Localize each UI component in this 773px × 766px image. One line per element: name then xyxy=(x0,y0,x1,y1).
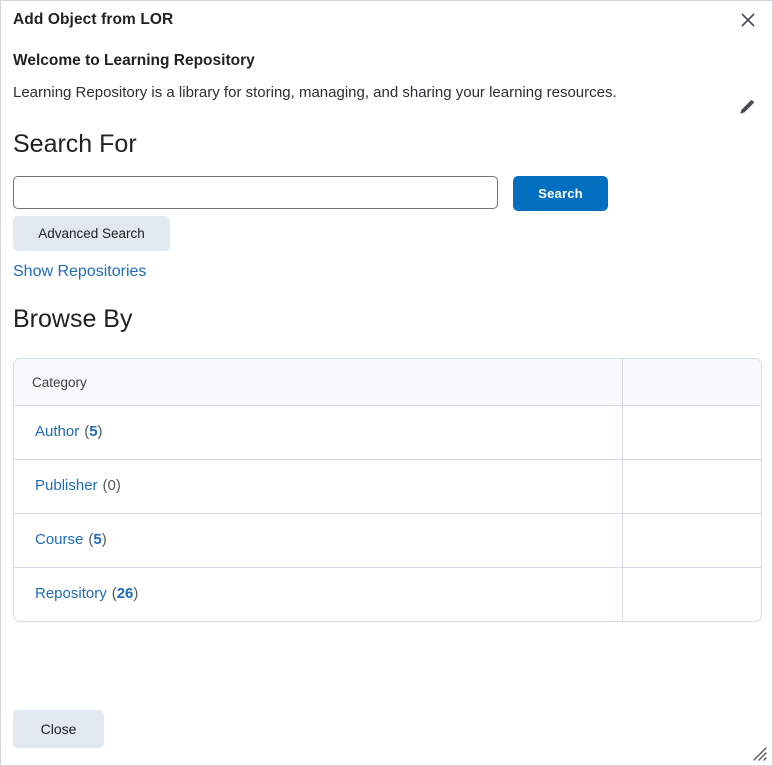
category-count-course: (5) xyxy=(88,531,107,549)
dialog-footer: Close xyxy=(1,691,772,765)
category-count-author: (5) xyxy=(84,423,103,441)
search-for-heading: Search For xyxy=(13,129,137,158)
close-icon[interactable] xyxy=(737,9,759,31)
search-row: Search xyxy=(13,176,760,212)
search-input[interactable] xyxy=(13,176,498,210)
category-cell: Course (5) xyxy=(14,514,622,568)
table-row: Repository (26) xyxy=(14,567,761,621)
welcome-heading: Welcome to Learning Repository xyxy=(13,52,255,69)
dialog-body: Welcome to Learning Repository Learning … xyxy=(1,39,772,691)
table-header-row: Category xyxy=(14,358,761,406)
advanced-search-button[interactable]: Advanced Search xyxy=(13,216,170,252)
dialog-title: Add Object from LOR xyxy=(13,11,174,28)
category-cell: Publisher (0) xyxy=(14,460,622,514)
table-row: Course (5) xyxy=(14,513,761,568)
table-body: Author (5) Publisher (0) Course (5) Repo… xyxy=(14,405,761,621)
aux-cell xyxy=(622,459,761,514)
category-link-publisher[interactable]: Publisher xyxy=(35,477,98,494)
column-header-category: Category xyxy=(14,358,622,406)
welcome-block: Welcome to Learning Repository Learning … xyxy=(13,39,760,114)
category-link-repository[interactable]: Repository xyxy=(35,585,107,602)
show-repositories-link[interactable]: Show Repositories xyxy=(13,263,146,281)
aux-cell xyxy=(622,405,761,460)
close-button[interactable]: Close xyxy=(13,710,104,748)
browse-by-table: Category Author (5) Publisher (0) Course… xyxy=(13,357,762,622)
category-count-publisher: (0) xyxy=(102,477,121,495)
category-cell: Author (5) xyxy=(14,406,622,460)
browse-by-heading: Browse By xyxy=(13,305,133,334)
welcome-description: Learning Repository is a library for sto… xyxy=(13,83,617,101)
category-link-course[interactable]: Course xyxy=(35,531,83,548)
aux-cell xyxy=(622,513,761,568)
table-head: Category xyxy=(14,358,761,406)
category-cell: Repository (26) xyxy=(14,568,622,621)
column-header-aux xyxy=(622,358,761,406)
add-object-from-lor-dialog: Add Object from LOR Welcome to Learning … xyxy=(0,0,773,766)
dialog-titlebar: Add Object from LOR xyxy=(1,1,772,39)
category-link-author[interactable]: Author xyxy=(35,423,79,440)
aux-cell xyxy=(622,567,761,621)
search-button[interactable]: Search xyxy=(513,176,608,212)
category-count-repository: (26) xyxy=(111,585,139,603)
table-row: Publisher (0) xyxy=(14,459,761,514)
table-row: Author (5) xyxy=(14,405,761,460)
pencil-icon[interactable] xyxy=(736,96,760,120)
resize-grip-icon[interactable] xyxy=(749,743,767,761)
